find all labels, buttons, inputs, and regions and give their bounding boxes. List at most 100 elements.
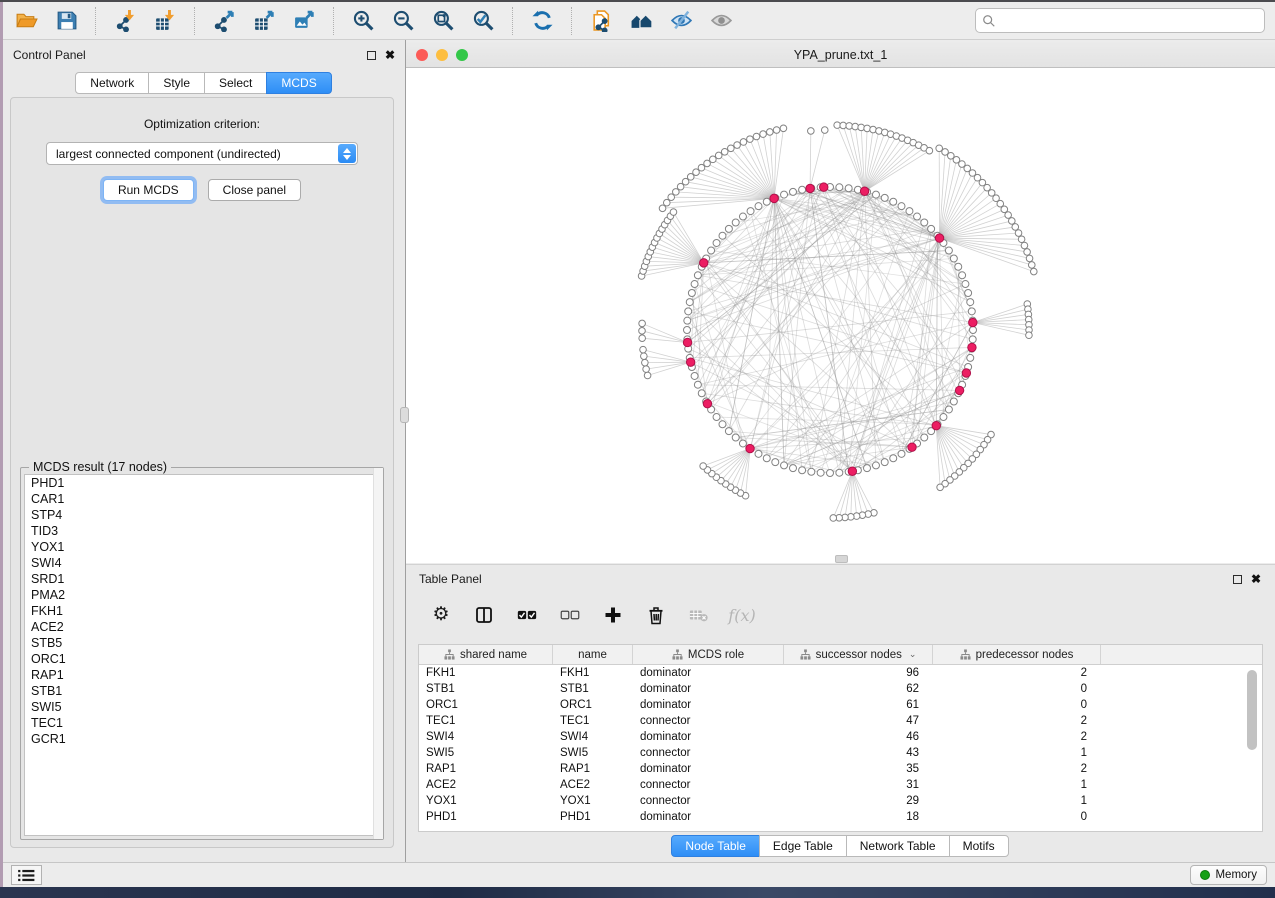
settings-gear-icon[interactable]: ⚙ [430, 604, 452, 626]
table-toolbar: ⚙ f(x) [406, 586, 1275, 630]
tab-edge-table[interactable]: Edge Table [759, 835, 847, 857]
tab-style[interactable]: Style [148, 72, 205, 94]
zoom-selected-icon[interactable] [470, 8, 496, 34]
mcds-result-item[interactable]: ACE2 [25, 619, 379, 635]
import-table-icon[interactable] [152, 8, 178, 34]
mcds-list-scrollbar[interactable] [373, 468, 383, 839]
mcds-result-item[interactable]: ORC1 [25, 651, 379, 667]
mcds-result-list[interactable]: PHD1CAR1STP4TID3YOX1SWI4SRD1PMA2FKH1ACE2… [24, 474, 380, 836]
houses-icon[interactable] [628, 8, 654, 34]
run-mcds-button[interactable]: Run MCDS [103, 179, 194, 201]
delete-table-icon [688, 604, 710, 626]
mcds-result-item[interactable]: PMA2 [25, 587, 379, 603]
network-graph[interactable] [406, 68, 1275, 563]
function-builder-icon: f(x) [731, 604, 753, 626]
table-scrollbar-thumb[interactable] [1247, 670, 1257, 750]
refresh-icon[interactable] [529, 8, 555, 34]
table-row[interactable]: ORC1 ORC1 dominator 61 0 [419, 697, 1262, 713]
task-history-button[interactable] [11, 865, 42, 885]
export-table-icon[interactable] [251, 8, 277, 34]
horizontal-splitter-grip[interactable] [835, 555, 848, 563]
zoom-out-icon[interactable] [390, 8, 416, 34]
mcds-result-item[interactable]: STP4 [25, 507, 379, 523]
zoom-in-icon[interactable] [350, 8, 376, 34]
table-row[interactable]: TEC1 TEC1 connector 47 2 [419, 713, 1262, 729]
mcds-result-item[interactable]: RAP1 [25, 667, 379, 683]
float-table-panel-icon[interactable] [1233, 575, 1242, 584]
save-session-icon[interactable] [53, 8, 79, 34]
column-header-shared-name[interactable]: shared name [419, 645, 553, 664]
eye-hidden-icon[interactable] [668, 8, 694, 34]
criterion-select[interactable]: largest connected component (undirected) [46, 142, 358, 165]
mcds-result-item[interactable]: SWI5 [25, 699, 379, 715]
network-window-title: YPA_prune.txt_1 [406, 48, 1275, 62]
column-header-MCDS-role[interactable]: MCDS role [633, 645, 784, 664]
table-panel-title: Table Panel [419, 572, 482, 586]
select-all-icon[interactable] [516, 604, 538, 626]
add-column-icon[interactable] [602, 604, 624, 626]
export-image-icon[interactable] [291, 8, 317, 34]
list-icon [18, 869, 35, 882]
toolbar-separator [571, 7, 572, 35]
node-table: shared namenameMCDS rolesuccessor nodes⌄… [418, 644, 1263, 832]
table-row[interactable]: YOX1 YOX1 connector 29 1 [419, 793, 1262, 809]
table-row[interactable]: SWI4 SWI4 dominator 46 2 [419, 729, 1262, 745]
close-panel-icon[interactable]: ✖ [385, 51, 395, 60]
mcds-result-title: MCDS result (17 nodes) [29, 460, 171, 474]
table-row[interactable]: RAP1 RAP1 dominator 35 2 [419, 761, 1262, 777]
tab-motifs[interactable]: Motifs [949, 835, 1009, 857]
network-canvas[interactable] [406, 68, 1275, 563]
search-icon [982, 14, 996, 28]
mcds-result-item[interactable]: STB5 [25, 635, 379, 651]
column-type-icon [672, 649, 683, 660]
toolbar-separator [194, 7, 195, 35]
tab-node-table[interactable]: Node Table [671, 835, 760, 857]
vertical-splitter-grip[interactable] [400, 407, 409, 423]
column-header-predecessor-nodes[interactable]: predecessor nodes [933, 645, 1101, 664]
mcds-result-item[interactable]: YOX1 [25, 539, 379, 555]
float-panel-icon[interactable] [367, 51, 376, 60]
mcds-result-item[interactable]: SWI4 [25, 555, 379, 571]
mcds-result-item[interactable]: FKH1 [25, 603, 379, 619]
deselect-all-icon[interactable] [559, 604, 581, 626]
tab-network[interactable]: Network [75, 72, 149, 94]
tab-mcds[interactable]: MCDS [266, 72, 331, 94]
mcds-result-item[interactable]: GCR1 [25, 731, 379, 747]
mcds-result-item[interactable]: PHD1 [25, 475, 379, 491]
export-network-icon[interactable] [211, 8, 237, 34]
zoom-fit-icon[interactable] [430, 8, 456, 34]
tab-select[interactable]: Select [204, 72, 267, 94]
table-scrollbar[interactable] [1246, 667, 1259, 827]
network-window-titlebar: YPA_prune.txt_1 [406, 42, 1275, 68]
import-network-icon[interactable] [112, 8, 138, 34]
column-header-successor-nodes[interactable]: successor nodes⌄ [784, 645, 933, 664]
search-input[interactable] [1001, 14, 1258, 28]
table-row[interactable]: FKH1 FKH1 dominator 96 2 [419, 665, 1262, 681]
column-header-name[interactable]: name [553, 645, 633, 664]
table-panel: Table Panel ✖ ⚙ f(x) shared namenameMCDS … [406, 564, 1275, 862]
table-row[interactable]: STB1 STB1 dominator 62 0 [419, 681, 1262, 697]
close-panel-button[interactable]: Close panel [208, 179, 301, 201]
search-box[interactable] [975, 8, 1265, 33]
table-row[interactable]: ACE2 ACE2 connector 31 1 [419, 777, 1262, 793]
mcds-result-item[interactable]: CAR1 [25, 491, 379, 507]
table-row[interactable]: SWI5 SWI5 connector 43 1 [419, 745, 1262, 761]
delete-column-icon[interactable] [645, 604, 667, 626]
mcds-result-item[interactable]: TEC1 [25, 715, 379, 731]
tab-network-table[interactable]: Network Table [846, 835, 950, 857]
memory-button[interactable]: Memory [1190, 865, 1267, 885]
open-folder-icon[interactable] [13, 8, 39, 34]
memory-status-icon [1200, 870, 1210, 880]
duplicate-network-icon[interactable] [588, 8, 614, 34]
column-header-filler [1101, 645, 1262, 664]
eye-icon[interactable] [708, 8, 734, 34]
table-panel-tabs: Node Table Edge Table Network Table Moti… [406, 835, 1275, 857]
control-panel-title: Control Panel [13, 48, 86, 62]
mcds-result-item[interactable]: TID3 [25, 523, 379, 539]
close-table-panel-icon[interactable]: ✖ [1251, 575, 1261, 584]
split-columns-icon[interactable] [473, 604, 495, 626]
mcds-result-item[interactable]: SRD1 [25, 571, 379, 587]
node-table-body: FKH1 FKH1 dominator 96 2 STB1 STB1 domin… [419, 665, 1262, 825]
table-row[interactable]: PHD1 PHD1 dominator 18 0 [419, 809, 1262, 825]
mcds-result-item[interactable]: STB1 [25, 683, 379, 699]
